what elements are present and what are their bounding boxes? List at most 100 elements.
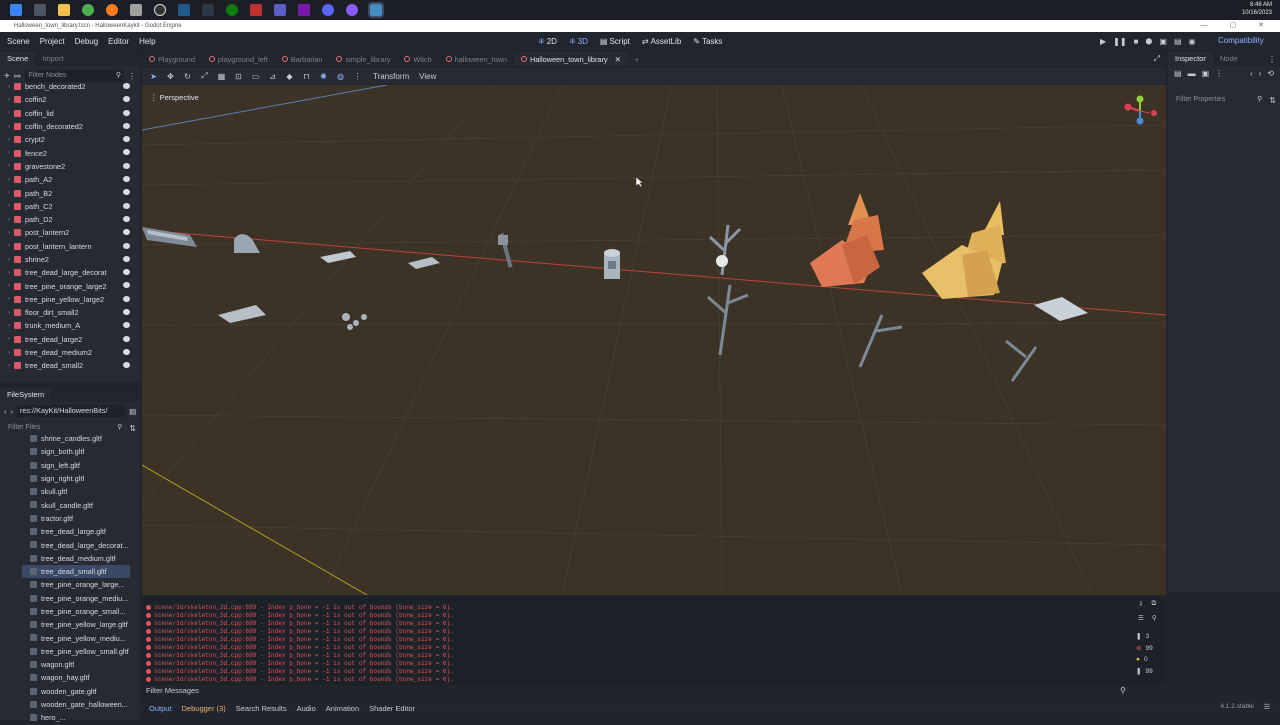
visibility-eye-icon[interactable] (123, 295, 130, 302)
model-bench[interactable] (142, 227, 197, 247)
view-menu[interactable]: View (419, 72, 436, 81)
resource-menu-icon[interactable]: ⋮ (1215, 69, 1223, 78)
file-item[interactable]: sign_both.gltf (0, 445, 140, 458)
filter-properties-input[interactable]: Filter Properties ⚲ (1172, 94, 1265, 106)
expand-arrow-icon[interactable]: › (8, 283, 10, 289)
expand-arrow-icon[interactable]: › (8, 84, 10, 90)
task-view-icon[interactable] (34, 4, 46, 16)
menu-editor[interactable]: Editor (103, 37, 134, 46)
log-line[interactable]: scene/3d/skeleton_3d.cpp:699 - Index p_b… (146, 643, 1166, 651)
log-line[interactable]: scene/3d/skeleton_3d.cpp:699 - Index p_b… (146, 619, 1166, 627)
tab-node[interactable]: Node (1213, 52, 1245, 66)
environment-icon[interactable]: ◍ (335, 72, 346, 81)
scene-tree-node[interactable]: › path_D2 (8, 213, 140, 226)
scene-tab[interactable]: Halloween_town_library ✕ (514, 52, 628, 66)
model-tree-dead-small[interactable] (1005, 339, 1038, 382)
scene-tab[interactable]: playground_left (202, 52, 275, 66)
model-tree-dead-large[interactable] (707, 284, 749, 356)
scene-tree-node[interactable]: › post_lantern2 (8, 226, 140, 239)
new-resource-icon[interactable]: ▤ (1174, 69, 1182, 78)
scene-tab[interactable]: Witch (397, 52, 438, 66)
movie-maker-icon[interactable]: ◉ (1189, 37, 1196, 46)
scene-tree-node[interactable]: › fence2 (8, 146, 140, 159)
file-item[interactable]: hero_... (0, 711, 140, 724)
visibility-eye-icon[interactable] (123, 282, 130, 289)
local-space-icon[interactable]: ◆ (284, 72, 295, 81)
back-icon[interactable]: ‹ (4, 407, 6, 416)
close-tab-icon[interactable]: ✕ (615, 55, 621, 64)
tab-import[interactable]: Import (35, 52, 70, 66)
menu-project[interactable]: Project (35, 37, 70, 46)
expand-arrow-icon[interactable]: › (8, 296, 10, 302)
scene-tree-node[interactable]: › coffin2 (8, 93, 140, 106)
split-view-icon[interactable]: ▤ (129, 407, 136, 416)
expand-arrow-icon[interactable]: › (8, 190, 10, 196)
github-icon[interactable] (346, 4, 358, 16)
ruler-icon[interactable]: ⊿ (267, 72, 278, 81)
warning-count-row[interactable]: ● 0 (1136, 656, 1162, 663)
file-item[interactable]: wagon.gltf (0, 658, 140, 671)
scene-tree-node[interactable]: › path_C2 (8, 200, 140, 213)
add-scene-tab-button[interactable]: + (628, 52, 646, 66)
file-item[interactable]: tree_pine_orange_small... (0, 605, 140, 618)
visibility-eye-icon[interactable] (123, 162, 130, 169)
tab-output[interactable]: Output (144, 704, 177, 713)
scene-tree-node[interactable]: › floor_dirt_small2 (8, 306, 140, 319)
visibility-eye-icon[interactable] (123, 215, 130, 222)
lock-icon[interactable]: ⊡ (233, 72, 244, 81)
tab-debugger[interactable]: Debugger (3) (177, 704, 231, 713)
selectable-icon[interactable]: ▦ (216, 72, 227, 81)
visibility-eye-icon[interactable] (123, 189, 130, 196)
file-item[interactable]: tractor.gltf (0, 512, 140, 525)
file-item[interactable]: skull.gltf (0, 485, 140, 498)
tab-animation[interactable]: Animation (321, 704, 364, 713)
model-tree-pine-orange[interactable] (810, 193, 884, 287)
obs-icon[interactable] (154, 4, 166, 16)
group-icon[interactable]: ▭ (250, 72, 261, 81)
window-controls[interactable]: — ▢ ✕ (1201, 20, 1274, 32)
visibility-eye-icon[interactable] (123, 309, 130, 316)
expand-arrow-icon[interactable]: › (8, 150, 10, 156)
visibility-eye-icon[interactable] (123, 109, 130, 116)
sun-icon[interactable]: ✺ (318, 72, 329, 81)
scene-tree-node[interactable]: › gravestone2 (8, 160, 140, 173)
model-floor-dirt-small[interactable] (342, 313, 367, 330)
visibility-eye-icon[interactable] (123, 255, 130, 262)
message-count-row[interactable]: ❚ 99 (1136, 667, 1162, 676)
log-line[interactable]: scene/3d/skeleton_3d.cpp:699 - Index p_b… (146, 676, 1166, 684)
scene-tree-node[interactable]: › tree_dead_large_decorat (8, 266, 140, 279)
visibility-eye-icon[interactable] (123, 96, 130, 103)
model-path-a[interactable] (320, 251, 356, 263)
file-item[interactable]: wooden_gate_halloween... (0, 698, 140, 711)
model-path-c[interactable] (1034, 297, 1088, 321)
workspace-3d[interactable]: ⁜ 3D (563, 37, 594, 46)
scene-tree-node[interactable]: › tree_pine_yellow_large2 (8, 293, 140, 306)
filesystem-path[interactable]: res://KayKit/HalloweenBits/ (16, 405, 126, 417)
file-explorer-icon[interactable] (58, 4, 70, 16)
pause-icon[interactable]: ❚❚ (1113, 37, 1126, 46)
play-icon[interactable]: ▶ (1100, 37, 1106, 46)
start-icon[interactable] (10, 4, 22, 16)
visibility-eye-icon[interactable] (123, 83, 130, 89)
file-item[interactable]: tree_dead_small.gltf (22, 564, 130, 579)
visibility-eye-icon[interactable] (123, 229, 130, 236)
transform-menu[interactable]: Transform (373, 72, 409, 81)
file-item[interactable]: tree_pine_yellow_large.gltf (0, 618, 140, 631)
discord-icon[interactable] (322, 4, 334, 16)
log-line[interactable]: scene/3d/skeleton_3d.cpp:699 - Index p_b… (146, 668, 1166, 676)
scene-tree-node[interactable]: › tree_dead_medium2 (8, 346, 140, 359)
file-item[interactable]: tree_pine_orange_mediu... (0, 592, 140, 605)
snap-icon[interactable]: ⊓ (301, 72, 312, 81)
app-icon[interactable] (130, 4, 142, 16)
expand-arrow-icon[interactable]: › (8, 110, 10, 116)
expand-arrow-icon[interactable]: › (8, 363, 10, 369)
error-count-row[interactable]: ⊗ 99 (1136, 644, 1162, 653)
scene-tree-node[interactable]: › path_A2 (8, 173, 140, 186)
expand-arrow-icon[interactable]: › (8, 177, 10, 183)
open-resource-icon[interactable]: ▬ (1188, 69, 1196, 78)
model-skull[interactable] (716, 255, 728, 267)
model-path-b[interactable] (408, 257, 440, 269)
properties-sort-icon[interactable]: ⇅ (1269, 96, 1276, 105)
visibility-eye-icon[interactable] (123, 348, 130, 355)
scene-tree-node[interactable]: › post_lantern_lantern (8, 240, 140, 253)
